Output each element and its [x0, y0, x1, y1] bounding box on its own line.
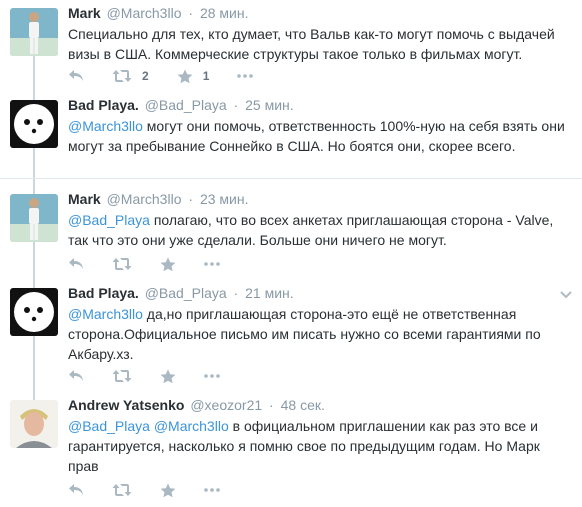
tweet-4[interactable]: Andrew Yatsenko @xeozor21 · 48 сек. @Bad…: [0, 392, 582, 507]
author-handle[interactable]: @Bad_Playa: [145, 285, 227, 301]
reply-button[interactable]: [68, 69, 84, 83]
separator-dot: ·: [188, 191, 194, 207]
reply-button[interactable]: [68, 369, 84, 383]
tweet-3[interactable]: Bad Playa. @Bad_Playa · 21 мин. @March3l…: [0, 280, 582, 390]
favorite-button[interactable]: [160, 369, 176, 384]
more-icon: [204, 488, 220, 492]
retweet-icon: [112, 369, 132, 383]
reply-icon: [68, 369, 84, 383]
tweet-header: Bad Playa. @Bad_Playa · 25 мин.: [68, 96, 572, 114]
tweet-actions: [68, 366, 248, 386]
author-name[interactable]: Bad Playa.: [68, 97, 139, 113]
author-name[interactable]: Mark: [68, 191, 101, 207]
tweet-0[interactable]: Mark @March3llo · 28 мин. Специально для…: [0, 0, 582, 92]
avatar[interactable]: [10, 8, 58, 56]
author-handle[interactable]: @Bad_Playa: [145, 97, 227, 113]
tweet-1[interactable]: Bad Playa. @Bad_Playa · 25 мин. @March3l…: [0, 92, 582, 179]
mention-link[interactable]: @March3llo: [68, 306, 143, 322]
mention-link[interactable]: @March3llo: [68, 118, 143, 134]
timestamp[interactable]: 23 мин.: [200, 191, 249, 207]
tweet-header: Bad Playa. @Bad_Playa · 21 мин.: [68, 284, 572, 302]
author-handle[interactable]: @March3llo: [107, 5, 182, 21]
separator-dot: ·: [233, 97, 239, 113]
favorite-icon: [160, 369, 176, 384]
tweet-header: Mark @March3llo · 28 мин.: [68, 4, 572, 22]
timestamp[interactable]: 25 мин.: [245, 97, 294, 113]
text-segment: Специально для тех, кто думает, что Валь…: [68, 26, 555, 62]
more-button[interactable]: [204, 374, 220, 378]
favorite-icon: [160, 257, 176, 272]
author-handle[interactable]: @xeozor21: [190, 397, 262, 413]
reply-button[interactable]: [68, 483, 84, 497]
author-name[interactable]: Andrew Yatsenko: [68, 397, 184, 413]
retweet-icon: [112, 69, 132, 83]
more-button[interactable]: [237, 74, 254, 78]
tweet-2[interactable]: Mark @March3llo · 23 мин. @Bad_Playa пол…: [0, 186, 582, 278]
tweet-header: Andrew Yatsenko @xeozor21 · 48 сек.: [68, 396, 572, 414]
favorite-icon: [177, 69, 193, 84]
retweet-count: 2: [142, 69, 149, 83]
more-icon: [204, 262, 220, 266]
favorite-icon: [160, 483, 176, 498]
tweet-text: @Bad_Playa @March3llo в официальном приг…: [68, 416, 572, 476]
avatar[interactable]: [10, 100, 58, 148]
tweet-actions: [68, 254, 248, 274]
retweet-button[interactable]: [112, 369, 132, 383]
more-button[interactable]: [204, 262, 220, 266]
chevron-down-icon[interactable]: [560, 286, 572, 304]
tweet-text: @March3llo да,но приглашающая сторона-эт…: [68, 304, 572, 364]
reply-icon: [68, 257, 84, 271]
author-name[interactable]: Mark: [68, 5, 101, 21]
avatar[interactable]: [10, 194, 58, 242]
separator-dot: ·: [233, 285, 239, 301]
more-icon: [237, 74, 254, 78]
timestamp[interactable]: 48 сек.: [281, 397, 325, 413]
tweet-actions: [68, 480, 248, 500]
retweet-button[interactable]: [112, 257, 132, 271]
retweet-icon: [112, 257, 132, 271]
separator-dot: ·: [269, 397, 274, 413]
retweet-button[interactable]: [112, 483, 132, 497]
avatar[interactable]: [10, 400, 58, 448]
timestamp[interactable]: 28 мин.: [200, 5, 249, 21]
author-name[interactable]: Bad Playa.: [68, 285, 139, 301]
avatar[interactable]: [10, 288, 58, 336]
mention-link[interactable]: @Bad_Playa: [68, 418, 150, 434]
more-button[interactable]: [204, 488, 220, 492]
favorite-button[interactable]: [160, 257, 176, 272]
retweet-icon: [112, 483, 132, 497]
favorite-count: 1: [202, 69, 210, 83]
reply-icon: [68, 483, 84, 497]
favorite-button[interactable]: [160, 483, 176, 498]
tweet-actions: 2 1: [68, 66, 281, 86]
separator-dot: ·: [188, 5, 194, 21]
author-handle[interactable]: @March3llo: [107, 191, 182, 207]
retweet-button[interactable]: 2: [112, 69, 149, 83]
reply-icon: [68, 69, 84, 83]
timestamp[interactable]: 21 мин.: [245, 285, 294, 301]
tweet-header: Mark @March3llo · 23 мин.: [68, 190, 572, 208]
mention-link[interactable]: @March3llo: [154, 418, 229, 434]
reply-button[interactable]: [68, 257, 84, 271]
favorite-button[interactable]: 1: [177, 69, 210, 84]
text-segment: могут они помочь, ответственность 100%-н…: [68, 118, 565, 154]
mention-link[interactable]: @Bad_Playa: [68, 212, 150, 228]
tweet-text: @March3llo могут они помочь, ответственн…: [68, 116, 572, 156]
tweet-text: @Bad_Playa полагаю, что во всех анкетах …: [68, 210, 572, 250]
tweet-text: Специально для тех, кто думает, что Валь…: [68, 24, 572, 64]
more-icon: [204, 374, 220, 378]
